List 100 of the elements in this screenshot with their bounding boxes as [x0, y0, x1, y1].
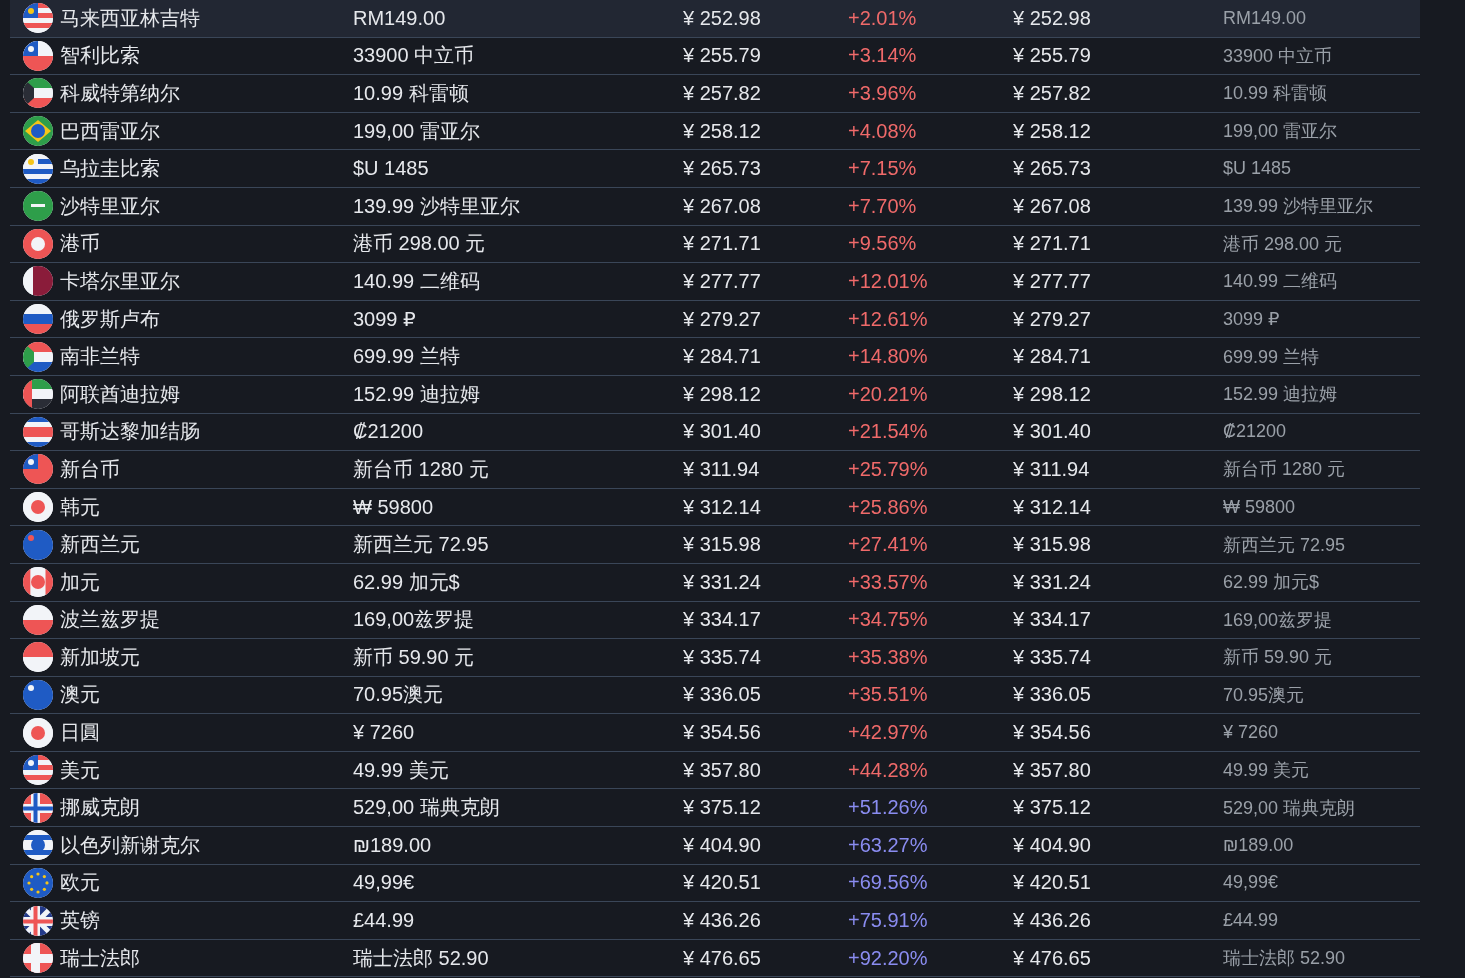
currency-name: 俄罗斯卢布: [60, 306, 160, 332]
currency-name: 卡塔尔里亚尔: [60, 268, 180, 294]
price-difference: +75.91%: [848, 909, 929, 933]
converted-price: ¥ 335.74: [683, 645, 762, 669]
local-price: 140.99 二维码: [353, 268, 481, 294]
local-price: £44.99: [353, 909, 416, 933]
price-difference: +25.86%: [848, 495, 929, 519]
converted-price: ¥ 257.82: [1013, 82, 1092, 105]
table-row[interactable]: 波兰兹罗提 169,00兹罗提 ¥ 334.17 +34.75% ¥ 334.17 169,00兹罗提: [10, 601, 1420, 640]
price-difference: +27.41%: [848, 533, 929, 557]
table-row[interactable]: 加元 62.99 加元$ ¥ 331.24 +33.57% ¥ 331.24 62.99 加元$: [10, 563, 1420, 602]
table-row[interactable]: 美元 49.99 美元 ¥ 357.80 +44.28% ¥ 357.80 49.99 美元: [10, 751, 1420, 790]
local-price: 49.99 美元: [353, 757, 450, 783]
converted-price: ¥ 420.51: [683, 871, 762, 895]
converted-price: ¥ 258.12: [1013, 119, 1092, 143]
table-row[interactable]: 南非兰特 699.99 兰特 ¥ 284.71 +14.80% ¥ 284.71 699.99 兰特: [10, 338, 1420, 376]
local-price: 33900 中立币: [353, 43, 476, 69]
converted-price: ¥ 279.27: [683, 307, 762, 331]
currency-name: 南非兰特: [60, 344, 140, 370]
local-price: 3099 ₽: [353, 307, 417, 332]
local-price: 港币 298.00 元: [353, 231, 487, 257]
currency-name: 新西兰元: [60, 532, 140, 558]
price-difference: +2.01%: [848, 6, 918, 30]
table-row[interactable]: 卡塔尔里亚尔 140.99 二维码 ¥ 277.77 +12.01% ¥ 277.77 140.99 二维码: [10, 263, 1420, 301]
local-price: 139.99 沙特里亚尔: [353, 193, 521, 219]
price-difference: +44.28%: [848, 758, 929, 782]
converted-price: ¥ 331.24: [1013, 570, 1092, 594]
converted-price: ¥ 257.82: [683, 82, 762, 105]
table-row[interactable]: 日圓 ¥ 7260 ¥ 354.56 +42.97% ¥ 354.56 ¥ 7260: [10, 714, 1420, 752]
table-row[interactable]: 乌拉圭比索 $U 1485 ¥ 265.73 +7.15% ¥ 265.73 $U 1485: [10, 150, 1420, 188]
table-row[interactable]: 新加坡元 新币 59.90 元 ¥ 335.74 +35.38% ¥ 335.74 新币 59.90 元: [10, 639, 1420, 677]
table-row[interactable]: 新台币 新台币 1280 元 ¥ 311.94 +25.79% ¥ 311.94 新台币 1280 元: [10, 451, 1420, 489]
currency-name: 欧元: [60, 870, 100, 896]
local-price: $U 1485: [353, 157, 430, 181]
price-difference: +21.54%: [848, 420, 929, 444]
price-difference: +9.56%: [848, 232, 918, 256]
converted-price: ¥ 404.90: [1013, 833, 1092, 857]
local-price: RM149.00: [353, 6, 447, 30]
original-price: 139.99 沙特里亚尔: [1223, 195, 1374, 219]
currency-name: 以色列新谢克尔: [60, 832, 200, 858]
table-row[interactable]: 智利比索 33900 中立币 ¥ 255.79 +3.14% ¥ 255.79 33900 中立币: [10, 37, 1420, 76]
table-row[interactable]: 欧元 49,99€ ¥ 420.51 +69.56% ¥ 420.51 49,99€: [10, 864, 1420, 903]
converted-price: ¥ 301.40: [1013, 420, 1092, 444]
table-row[interactable]: 挪威克朗 529,00 瑞典克朗 ¥ 375.12 +51.26% ¥ 375.12 529,00 瑞典克朗: [10, 789, 1420, 828]
converted-price: ¥ 354.56: [683, 721, 762, 745]
table-row[interactable]: 马来西亚林吉特 RM149.00 ¥ 252.98 +2.01% ¥ 252.98 RM149.00: [10, 0, 1420, 38]
currency-name: 加元: [60, 569, 100, 595]
local-price: ₩ 59800: [353, 495, 435, 519]
converted-price: ¥ 404.90: [683, 833, 762, 857]
original-price: $U 1485: [1223, 158, 1292, 180]
table-row[interactable]: 以色列新谢克尔 ₪189.00 ¥ 404.90 +63.27% ¥ 404.90 ₪189.00: [10, 827, 1420, 865]
currency-name: 波兰兹罗提: [60, 607, 160, 633]
currency-name: 沙特里亚尔: [60, 193, 160, 219]
currency-name: 港币: [60, 231, 100, 257]
price-difference: +42.97%: [848, 721, 929, 745]
converted-price: ¥ 271.71: [683, 232, 762, 256]
converted-price: ¥ 267.08: [683, 194, 762, 218]
original-price: 10.99 科雷顿: [1223, 82, 1328, 106]
converted-price: ¥ 252.98: [683, 6, 762, 30]
currency-name: 日圓: [60, 720, 100, 746]
table-row[interactable]: 澳元 70.95澳元 ¥ 336.05 +35.51% ¥ 336.05 70.95澳元: [10, 676, 1420, 715]
local-price: 新西兰元 72.95: [353, 532, 490, 558]
price-difference: +3.14%: [848, 44, 918, 68]
converted-price: ¥ 312.14: [683, 495, 762, 519]
local-price: 199,00 雷亚尔: [353, 118, 481, 144]
table-row[interactable]: 巴西雷亚尔 199,00 雷亚尔 ¥ 258.12 +4.08% ¥ 258.12 199,00 雷亚尔: [10, 112, 1420, 151]
converted-price: ¥ 267.08: [1013, 194, 1092, 218]
price-difference: +51.26%: [848, 796, 929, 820]
table-row[interactable]: 瑞士法郎 瑞士法郎 52.90 ¥ 476.65 +92.20% ¥ 476.65 瑞士法郎 52.90: [10, 939, 1420, 978]
converted-price: ¥ 375.12: [683, 796, 762, 820]
table-row[interactable]: 英镑 £44.99 ¥ 436.26 +75.91% ¥ 436.26 £44.99: [10, 902, 1420, 940]
table-row[interactable]: 港币 港币 298.00 元 ¥ 271.71 +9.56% ¥ 271.71 港币 298.00 元: [10, 225, 1420, 264]
currency-name: 瑞士法郎: [60, 945, 140, 971]
price-difference: +4.08%: [848, 119, 918, 143]
table-row[interactable]: 韩元 ₩ 59800 ¥ 312.14 +25.86% ¥ 312.14 ₩ 59800: [10, 488, 1420, 527]
currency-name: 乌拉圭比索: [60, 156, 160, 182]
converted-price: ¥ 375.12: [1013, 796, 1092, 820]
table-row[interactable]: 沙特里亚尔 139.99 沙特里亚尔 ¥ 267.08 +7.70% ¥ 267.08 139.99 沙特里亚尔: [10, 187, 1420, 226]
local-price: 169,00兹罗提: [353, 607, 476, 633]
price-difference: +69.56%: [848, 871, 929, 895]
local-price: 10.99 科雷顿: [353, 81, 470, 106]
original-price: 699.99 兰特: [1223, 345, 1320, 369]
table-row[interactable]: 哥斯达黎加结肠 ₡21200 ¥ 301.40 +21.54% ¥ 301.40 ₡21200: [10, 413, 1420, 452]
table-row[interactable]: 新西兰元 新西兰元 72.95 ¥ 315.98 +27.41% ¥ 315.98 新西兰元 72.95: [10, 526, 1420, 564]
converted-price: ¥ 476.65: [683, 946, 762, 970]
currency-name: 新加坡元: [60, 644, 140, 670]
converted-price: ¥ 357.80: [1013, 758, 1092, 782]
local-price: ¥ 7260: [353, 721, 416, 745]
converted-price: ¥ 336.05: [683, 683, 762, 707]
local-price: 699.99 兰特: [353, 344, 461, 370]
converted-price: ¥ 258.12: [683, 119, 762, 143]
price-difference: +25.79%: [848, 457, 929, 481]
table-row[interactable]: 俄罗斯卢布 3099 ₽ ¥ 279.27 +12.61% ¥ 279.27 3099 ₽: [10, 300, 1420, 339]
local-price: 152.99 迪拉姆: [353, 381, 481, 407]
original-price: 新西兰元 72.95: [1223, 533, 1346, 557]
table-row[interactable]: 科威特第纳尔 10.99 科雷顿 ¥ 257.82 +3.96% ¥ 257.82 10.99 科雷顿: [10, 75, 1420, 113]
original-price: ₩ 59800: [1223, 496, 1296, 518]
table-row[interactable]: 阿联酋迪拉姆 152.99 迪拉姆 ¥ 298.12 +20.21% ¥ 298.12 152.99 迪拉姆: [10, 375, 1420, 414]
price-difference: +3.96%: [848, 82, 918, 105]
converted-price: ¥ 334.17: [1013, 608, 1092, 632]
